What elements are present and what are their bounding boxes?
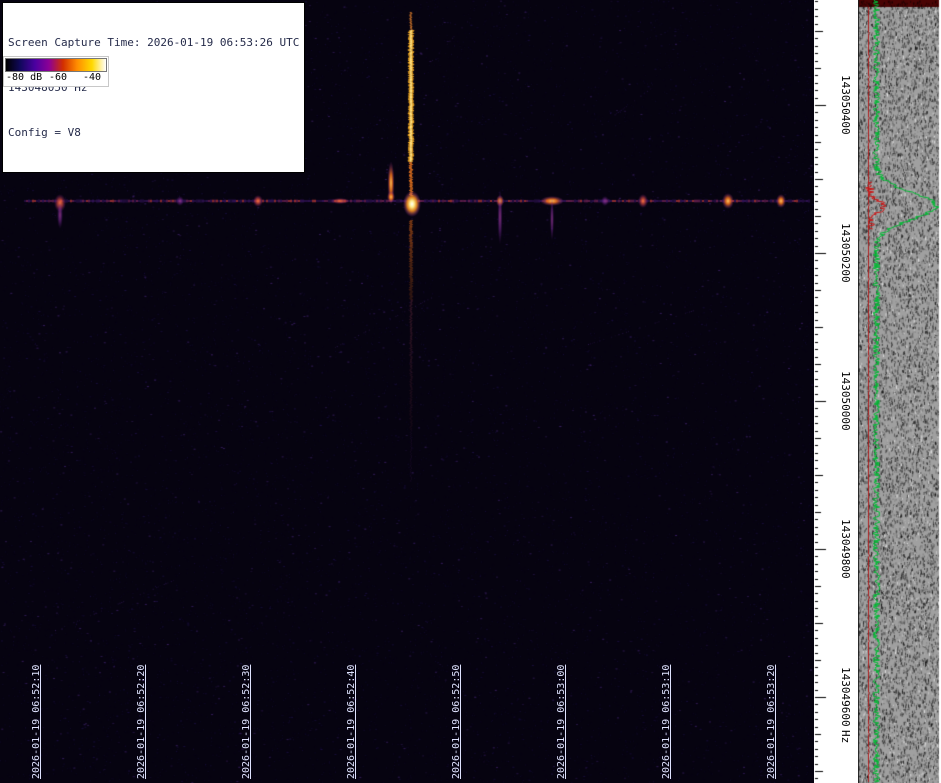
spectrum-lab-capture: Screen Capture Time: 2026-01-19 06:53:26… bbox=[0, 0, 941, 783]
colorbar-scale-labels: -80 dB -60 -40 bbox=[5, 72, 107, 85]
frequency-axis-ticks bbox=[814, 0, 858, 783]
capture-time-text: Screen Capture Time: 2026-01-19 06:53:26… bbox=[8, 36, 300, 49]
colorbar-legend: -80 dB -60 -40 bbox=[3, 56, 109, 87]
colorbar-label: -60 bbox=[49, 72, 68, 83]
colorbar-label: -80 dB bbox=[6, 72, 43, 83]
colorbar-gradient bbox=[5, 58, 107, 72]
config-text: Config = V8 bbox=[8, 126, 81, 139]
capture-info-box: Screen Capture Time: 2026-01-19 06:53:26… bbox=[2, 2, 306, 173]
live-spectrum-graph bbox=[858, 0, 941, 783]
colorbar-label: -40 bbox=[83, 72, 102, 83]
